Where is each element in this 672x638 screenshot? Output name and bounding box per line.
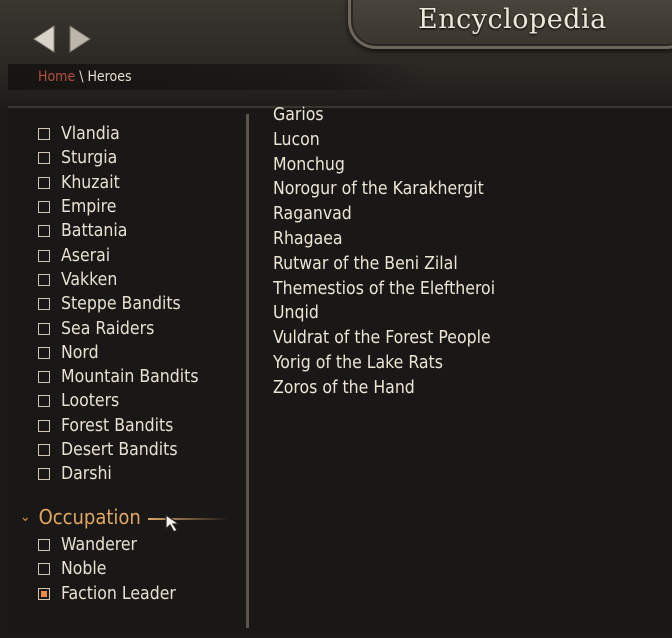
faction-filter-item[interactable]: Sturgia [30,146,240,170]
occupation-section-toggle[interactable]: ⌄ Occupation [20,503,141,531]
chevron-down-icon: ⌄ [20,509,31,525]
hero-list-item[interactable]: Zoros of the Hand [273,376,663,401]
filter-label: Darshi [61,464,112,485]
occupation-filter-item[interactable]: Wanderer [30,533,240,557]
filter-label: Vakken [61,269,118,290]
checkbox[interactable] [38,371,50,384]
filter-label: Forest Bandits [61,415,174,436]
filter-label: Sea Raiders [61,318,155,339]
checkbox[interactable] [38,152,50,165]
checkbox[interactable] [38,563,50,576]
faction-filter-item[interactable]: Vakken [30,268,240,292]
forward-arrow-icon[interactable] [66,24,92,54]
breadcrumb-separator: \ [75,69,88,85]
checkbox[interactable] [38,444,50,456]
filter-label: Looters [61,391,120,412]
checkbox[interactable] [38,395,50,408]
faction-filter-item[interactable]: Nord [30,341,240,365]
hero-list-item[interactable]: Unqid [273,301,663,326]
filter-label: Wanderer [61,535,138,556]
faction-filter-item[interactable]: Aserai [30,243,240,267]
checkbox[interactable] [38,201,50,214]
faction-filter-item[interactable]: Looters [30,389,240,413]
checkbox[interactable] [38,225,50,238]
filter-label: Desert Bandits [61,440,178,460]
hero-list-item[interactable]: Monchug [273,153,663,178]
occupation-filter-list: Wanderer Noble Faction Leader [30,533,240,606]
faction-filter-item[interactable]: Empire [30,195,240,219]
faction-filter-item[interactable]: Sea Raiders [30,316,240,340]
filter-label: Battania [61,221,128,242]
filter-label: Nord [61,342,99,363]
hero-list-item[interactable]: Themestios of the Eleftheroi [273,277,663,302]
checkbox[interactable] [38,128,50,141]
panel-divider [246,114,249,628]
filter-label: Steppe Bandits [61,294,181,315]
filter-label: Empire [61,197,117,218]
breadcrumb: Home \ Heroes [8,64,428,90]
checkbox[interactable] [38,249,50,262]
occupation-filter-item[interactable]: Noble [30,557,240,581]
checkbox[interactable] [38,419,50,432]
checkbox[interactable] [38,468,50,481]
back-arrow-icon[interactable] [32,24,58,54]
filter-label: Noble [61,559,107,580]
filter-label: Aserai [61,245,111,266]
filter-label: Mountain Bandits [61,367,199,388]
hero-list-item[interactable]: Raganvad [273,202,663,227]
faction-filter-item[interactable]: Steppe Bandits [30,292,240,316]
filter-label: Sturgia [61,148,118,169]
faction-filter-item[interactable]: Desert Bandits [30,438,240,462]
hero-list-item[interactable]: Vuldrat of the Forest People [273,326,663,351]
faction-filter-item[interactable]: Khuzait [30,171,240,195]
checkbox[interactable] [38,298,50,311]
hero-list-item[interactable]: Rutwar of the Beni Zilal [273,252,663,277]
filter-label: Faction Leader [61,583,176,604]
breadcrumb-home-link[interactable]: Home [38,69,75,85]
checkbox[interactable] [38,176,50,189]
hero-list: Garios Lucon Monchug Norogur of the Karakhe… [273,106,663,406]
occupation-filter-item[interactable]: Faction Leader [30,582,240,606]
section-underline [148,518,228,520]
hero-list-item[interactable]: Lucon [273,128,663,153]
mouse-cursor-icon [165,513,183,538]
faction-filter-item[interactable]: Battania [30,219,240,243]
occupation-section-title: Occupation [38,505,141,529]
checkbox[interactable] [38,273,50,286]
filter-label: Vlandia [61,124,120,145]
checkbox[interactable] [38,322,50,335]
hero-list-item[interactable]: Norogur of the Karakhergit [273,177,663,202]
faction-filter-item[interactable]: Mountain Bandits [30,365,240,389]
faction-filter-item[interactable]: Vlandia [30,122,240,146]
hero-list-item[interactable]: Rhagaea [273,227,663,252]
hero-list-item[interactable]: Garios [273,106,663,128]
faction-filter-item[interactable]: Forest Bandits [30,414,240,438]
checkbox[interactable] [38,539,50,552]
filter-label: Khuzait [61,172,120,193]
page-title: Encyclopedia [418,4,607,35]
checkbox-checked[interactable] [38,587,50,600]
hero-list-item[interactable]: Yorig of the Lake Rats [273,351,663,376]
checkbox[interactable] [38,346,50,359]
faction-filter-item[interactable]: Darshi [30,462,240,486]
breadcrumb-current: Heroes [87,69,132,85]
